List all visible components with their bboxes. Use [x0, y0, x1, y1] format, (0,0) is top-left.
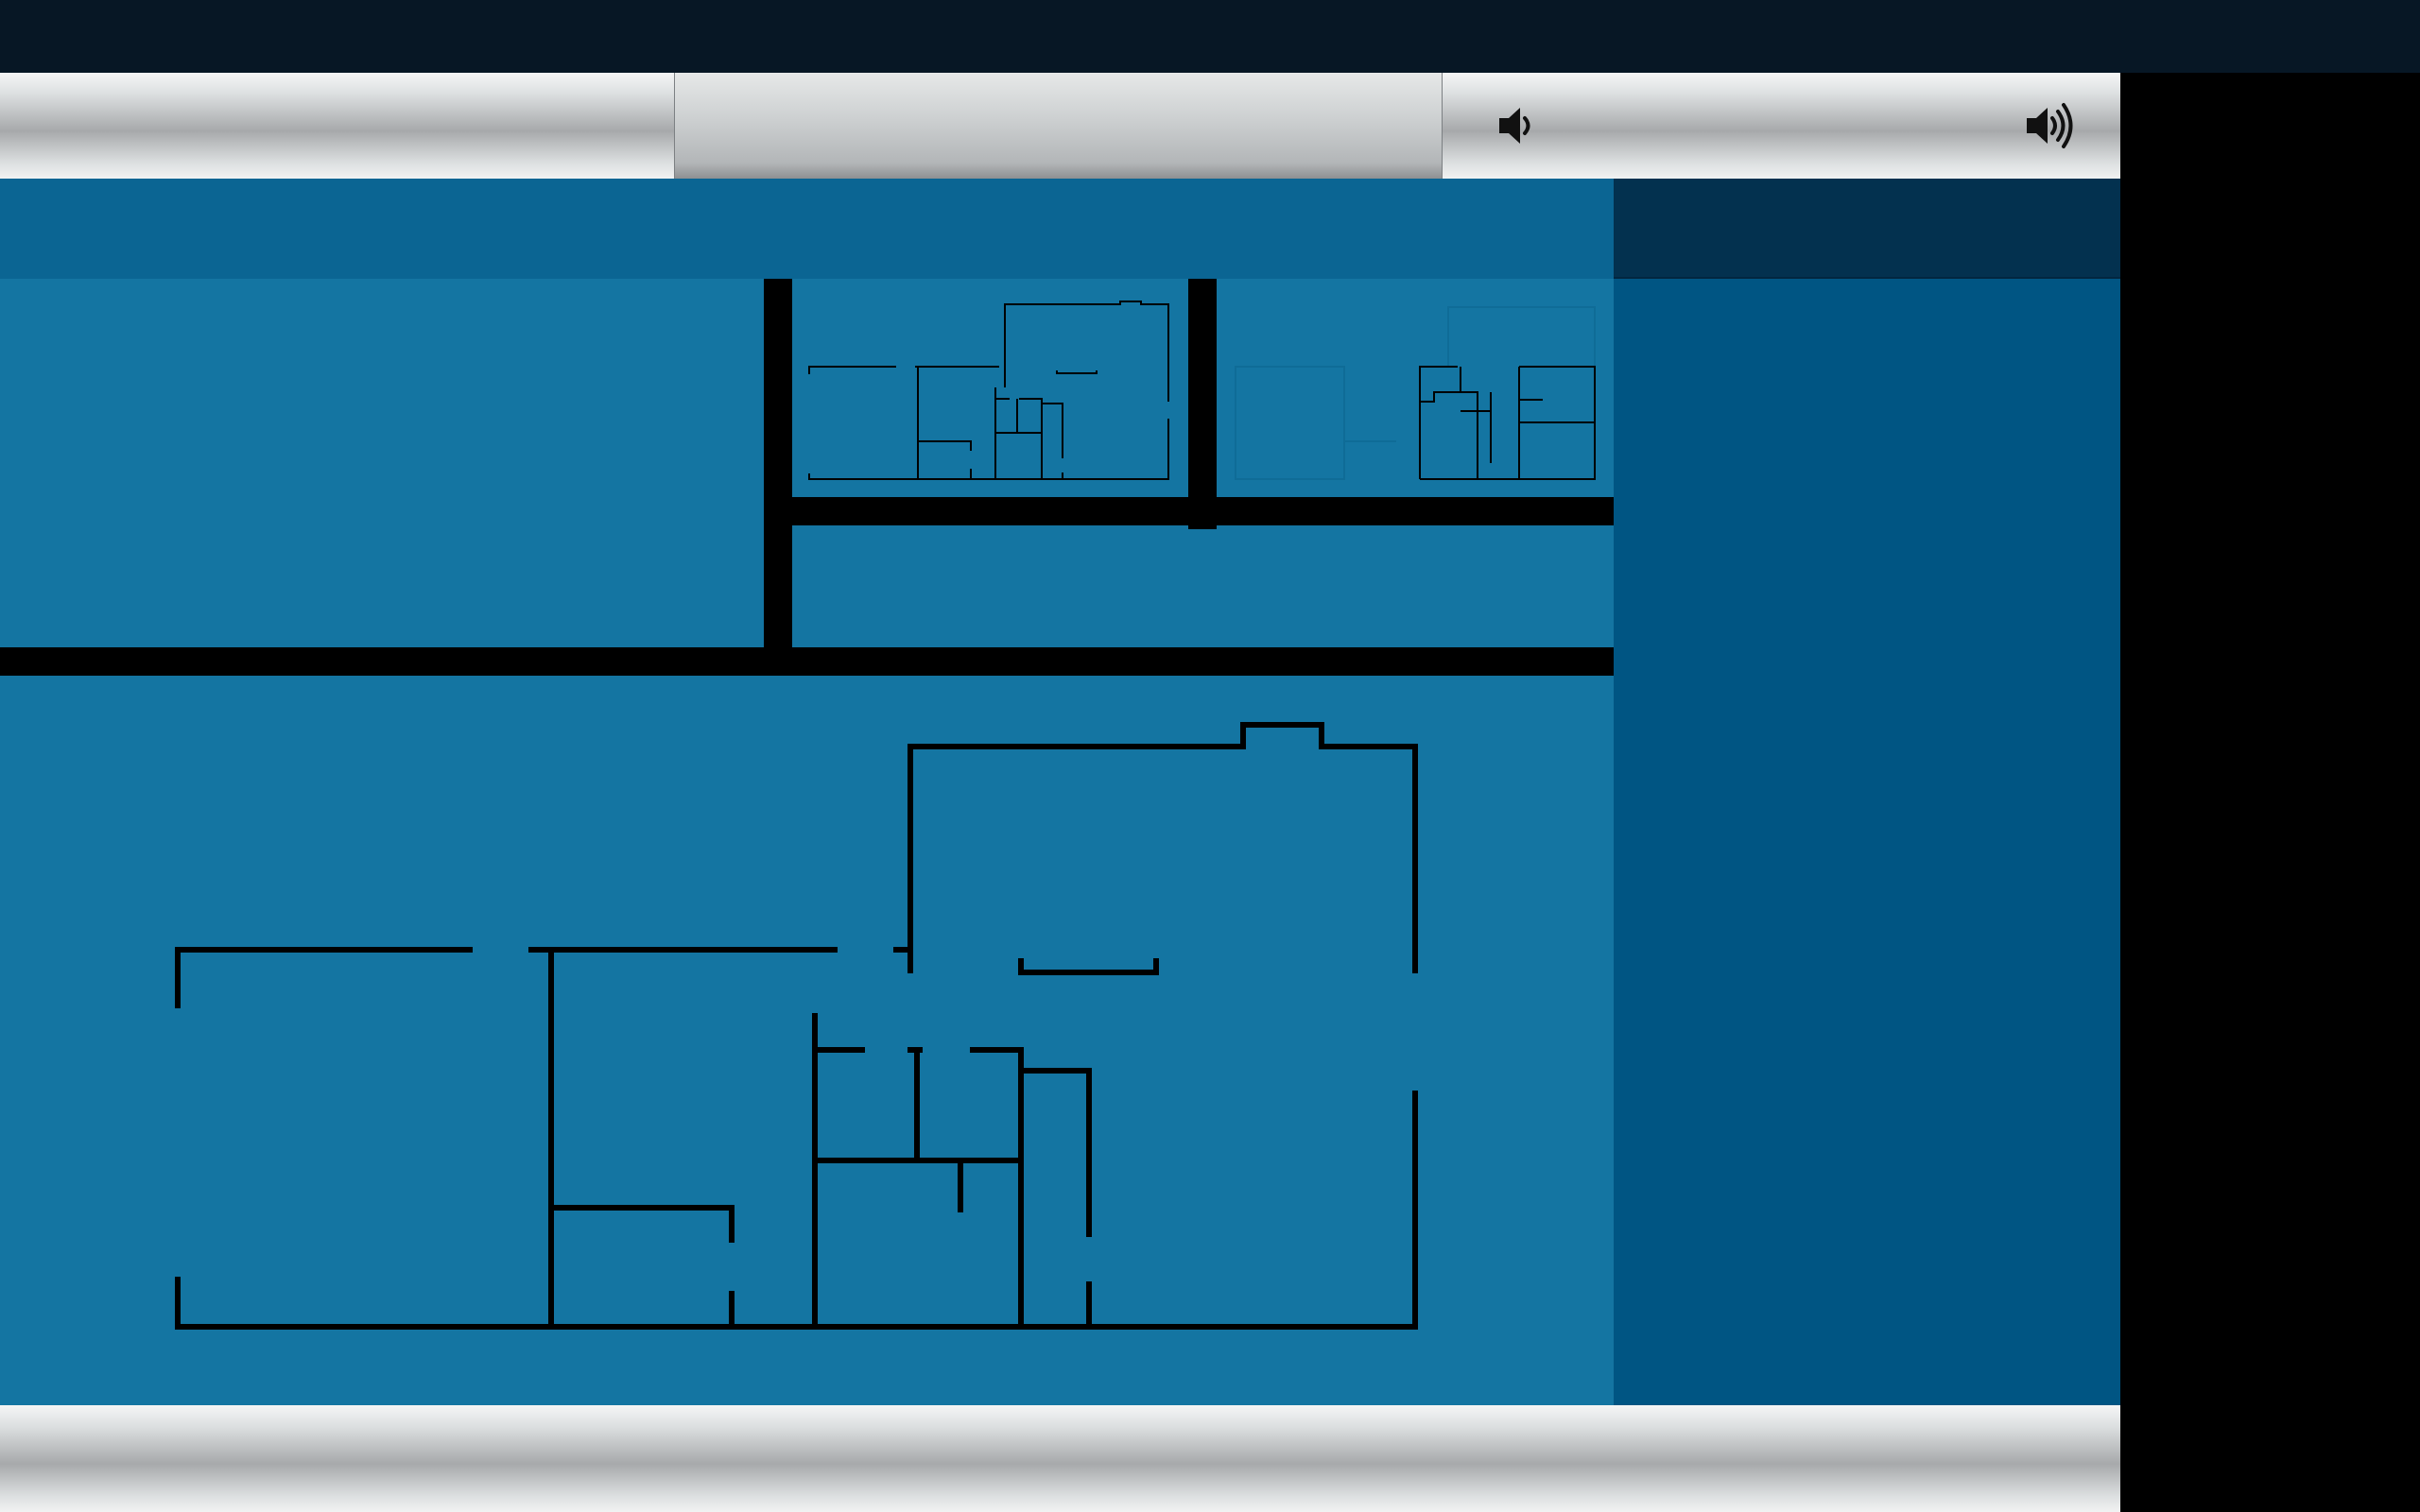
divider — [0, 647, 1614, 676]
volume-slider[interactable] — [674, 73, 1443, 179]
toolbar — [0, 73, 2120, 179]
speaker-low-icon[interactable] — [1492, 99, 1548, 152]
level-selector — [0, 279, 1614, 854]
divider — [792, 497, 1614, 525]
side-panel-header — [1614, 179, 2120, 279]
speaker-high-icon[interactable] — [2023, 99, 2080, 152]
side-panel — [1614, 179, 2120, 1405]
divider — [764, 279, 792, 655]
main-view — [0, 179, 1614, 1405]
level-thumbnail[interactable] — [1217, 279, 1614, 497]
divider — [1188, 279, 1217, 529]
right-margin — [2120, 73, 2420, 1512]
top-bar — [0, 0, 2420, 73]
bottom-bar — [0, 1405, 2120, 1512]
level-thumbnail[interactable] — [792, 279, 1188, 497]
